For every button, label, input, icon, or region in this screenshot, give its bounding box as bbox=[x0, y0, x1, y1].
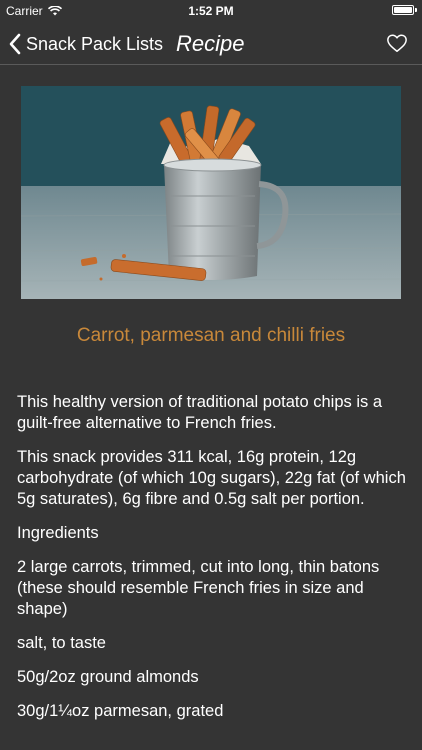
recipe-photo-illustration bbox=[21, 86, 401, 299]
ingredient-item: 2 large carrots, trimmed, cut into long,… bbox=[17, 558, 380, 618]
ingredient-item: salt, to taste bbox=[17, 634, 106, 652]
recipe-body: This healthy version of traditional pota… bbox=[17, 392, 409, 735]
page-title: Recipe bbox=[176, 31, 245, 56]
ingredients-heading: Ingredients bbox=[17, 524, 99, 542]
navigation-bar: Snack Pack Lists Recipe bbox=[0, 22, 422, 65]
status-time: 1:52 PM bbox=[188, 4, 234, 18]
recipe-description: This healthy version of traditional pota… bbox=[17, 393, 383, 432]
recipe-title: Carrot, parmesan and chilli fries bbox=[76, 325, 346, 346]
chevron-left-icon bbox=[9, 33, 21, 55]
battery-level-fill bbox=[394, 7, 412, 13]
status-bar: Carrier 1:52 PM bbox=[0, 0, 422, 22]
battery-icon bbox=[392, 5, 417, 15]
recipe-screen: Carrier 1:52 PM Snack Pack Lists Recipe bbox=[0, 0, 422, 750]
recipe-photo bbox=[21, 86, 401, 299]
recipe-nutrition: This snack provides 311 kcal, 16g protei… bbox=[17, 448, 406, 508]
back-button-label: Snack Pack Lists bbox=[26, 33, 164, 54]
ingredient-item: 50g/2oz ground almonds bbox=[17, 668, 199, 686]
ingredient-item: 30g/1¼oz parmesan, grated bbox=[17, 702, 224, 720]
back-button[interactable]: Snack Pack Lists bbox=[8, 30, 163, 58]
heart-icon[interactable] bbox=[386, 32, 408, 54]
